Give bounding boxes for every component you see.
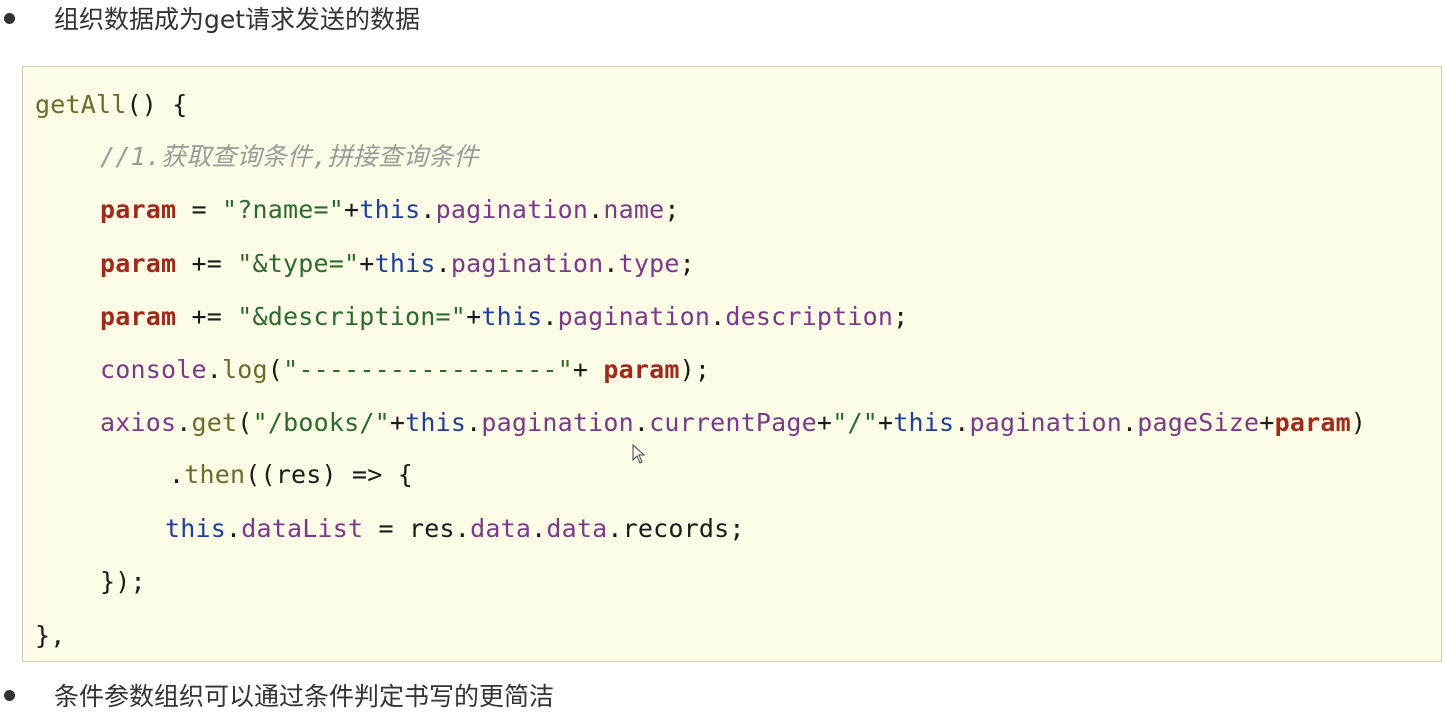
code-text: + bbox=[344, 195, 360, 224]
code-text: + bbox=[389, 408, 406, 437]
code-property: data bbox=[546, 514, 608, 543]
code-text: + bbox=[1259, 408, 1275, 437]
code-property: pagination bbox=[435, 195, 589, 224]
code-keyword: this bbox=[893, 408, 955, 437]
code-property: data bbox=[470, 514, 532, 543]
code-line: param += "&description="+this.pagination… bbox=[100, 299, 908, 335]
code-text: .records; bbox=[607, 514, 745, 543]
code-text: + bbox=[466, 302, 482, 331]
code-property: currentPage bbox=[649, 408, 817, 437]
code-string: "/books/" bbox=[252, 408, 390, 437]
code-variable: param bbox=[100, 195, 177, 224]
code-line: console.log("-----------------"+ param); bbox=[100, 352, 710, 388]
code-line: }); bbox=[100, 564, 146, 600]
code-property: type bbox=[618, 249, 680, 278]
code-text: . bbox=[226, 514, 242, 543]
code-property: dataList bbox=[241, 514, 364, 543]
code-text: . bbox=[435, 249, 451, 278]
code-variable: param bbox=[1274, 408, 1351, 437]
code-text: ; bbox=[893, 302, 909, 331]
code-keyword: this bbox=[165, 514, 227, 543]
code-text: . bbox=[542, 302, 558, 331]
code-text: }, bbox=[35, 621, 66, 650]
code-text: . bbox=[466, 408, 482, 437]
code-line: getAll() { bbox=[35, 87, 188, 123]
code-text: + bbox=[572, 355, 604, 384]
code-text: ((res) => { bbox=[245, 460, 414, 489]
code-text: + bbox=[359, 249, 375, 278]
code-string: "?name=" bbox=[222, 195, 345, 224]
code-text: }); bbox=[100, 567, 146, 596]
code-property: axios bbox=[100, 408, 177, 437]
code-text: () { bbox=[126, 90, 188, 119]
code-text: . bbox=[603, 249, 619, 278]
code-property: pagination bbox=[450, 249, 604, 278]
code-text: . bbox=[531, 514, 547, 543]
code-variable: param bbox=[100, 302, 177, 331]
code-line: //1.获取查询条件,拼接查询条件 bbox=[100, 139, 479, 175]
bullet-dot-icon bbox=[4, 689, 15, 701]
code-line: param += "&type="+this.pagination.type; bbox=[100, 246, 695, 282]
code-property: pagination bbox=[557, 302, 711, 331]
code-text: = bbox=[176, 195, 223, 224]
code-text: . bbox=[420, 195, 436, 224]
code-property: console bbox=[100, 355, 207, 384]
code-text: ( bbox=[267, 355, 284, 384]
code-text: ; bbox=[664, 195, 680, 224]
code-text: ) bbox=[1350, 408, 1367, 437]
code-string: "&description=" bbox=[237, 302, 467, 331]
code-line: param = "?name="+this.pagination.name; bbox=[100, 192, 680, 228]
code-text: += bbox=[176, 302, 238, 331]
code-block: getAll() { //1.获取查询条件,拼接查询条件 param = "?n… bbox=[22, 66, 1442, 662]
code-comment: //1.获取查询条件,拼接查询条件 bbox=[100, 142, 479, 171]
code-line: axios.get("/books/"+this.pagination.curr… bbox=[100, 405, 1366, 441]
code-text: = res. bbox=[363, 514, 471, 543]
bullet-dot-icon bbox=[4, 12, 15, 24]
code-text: . bbox=[710, 302, 726, 331]
code-text: + bbox=[816, 408, 833, 437]
code-keyword: this bbox=[374, 249, 436, 278]
code-text: . bbox=[169, 460, 185, 489]
code-text: += bbox=[176, 249, 238, 278]
bullet-text: 组织数据成为get请求发送的数据 bbox=[54, 5, 421, 34]
code-property: pagination bbox=[481, 408, 634, 437]
code-line: }, bbox=[35, 618, 66, 654]
code-property: pageSize bbox=[1137, 408, 1260, 437]
code-keyword: this bbox=[405, 408, 467, 437]
code-string: "&type=" bbox=[237, 249, 360, 278]
code-text: . bbox=[1122, 408, 1138, 437]
code-line: this.dataList = res.data.data.records; bbox=[165, 511, 745, 547]
code-variable: param bbox=[603, 355, 680, 384]
code-property: pagination bbox=[969, 408, 1123, 437]
code-function: get bbox=[191, 408, 238, 437]
code-keyword: this bbox=[481, 302, 543, 331]
bullet-text: 条件参数组织可以通过条件判定书写的更简洁 bbox=[54, 682, 555, 711]
code-text: . bbox=[954, 408, 970, 437]
code-text: . bbox=[633, 408, 650, 437]
code-text: ); bbox=[679, 355, 711, 384]
code-keyword: this bbox=[359, 195, 421, 224]
code-text: ( bbox=[237, 408, 253, 437]
code-string: "-----------------" bbox=[283, 355, 573, 384]
code-variable: param bbox=[100, 249, 177, 278]
code-line: .then((res) => { bbox=[169, 457, 413, 493]
code-text: . bbox=[588, 195, 604, 224]
code-property: description bbox=[725, 302, 894, 331]
code-property: name bbox=[603, 195, 665, 224]
code-function: getAll bbox=[35, 90, 127, 119]
code-text: . bbox=[176, 408, 192, 437]
code-text: ; bbox=[679, 249, 695, 278]
code-function: log bbox=[222, 355, 268, 384]
code-text: . bbox=[206, 355, 223, 384]
code-text: + bbox=[877, 408, 894, 437]
mouse-pointer-icon bbox=[632, 444, 646, 464]
code-string: "/" bbox=[832, 408, 878, 437]
code-function: then bbox=[184, 460, 246, 489]
